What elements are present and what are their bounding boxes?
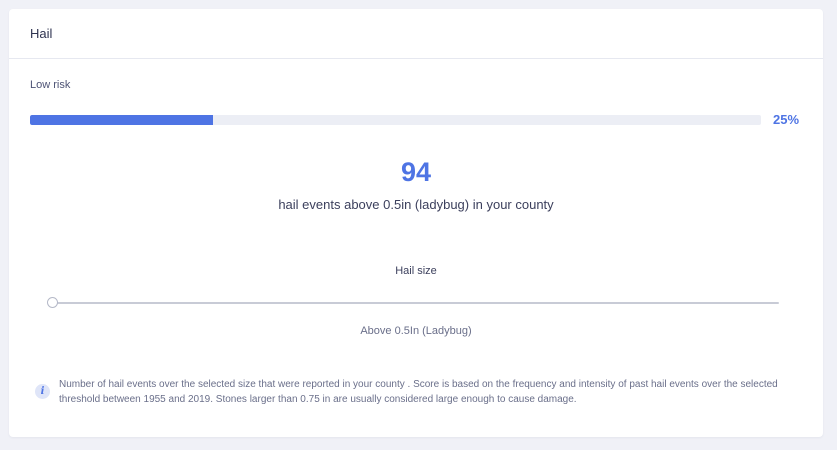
risk-percent: 25%: [773, 112, 800, 127]
info-icon: i: [35, 384, 50, 399]
info-note: Number of hail events over the selected …: [59, 379, 778, 405]
risk-progress-fill: [30, 115, 213, 125]
card-header: Hail: [9, 9, 823, 59]
hail-size-label: Hail size: [395, 265, 437, 277]
hail-size-slider-track[interactable]: [53, 302, 779, 304]
card-title: Hail: [30, 26, 53, 41]
event-caption: hail events above 0.5in (ladybug) in you…: [278, 197, 554, 212]
hail-card: Hail Low risk 25% 94 hail events above 0…: [9, 9, 823, 437]
hail-size-slider-thumb[interactable]: [47, 297, 58, 308]
event-count: 94: [400, 157, 432, 187]
hail-size-value: Above 0.5In (Ladybug): [360, 325, 472, 337]
risk-level-label: Low risk: [30, 79, 71, 91]
risk-progress-bar: [30, 115, 761, 125]
